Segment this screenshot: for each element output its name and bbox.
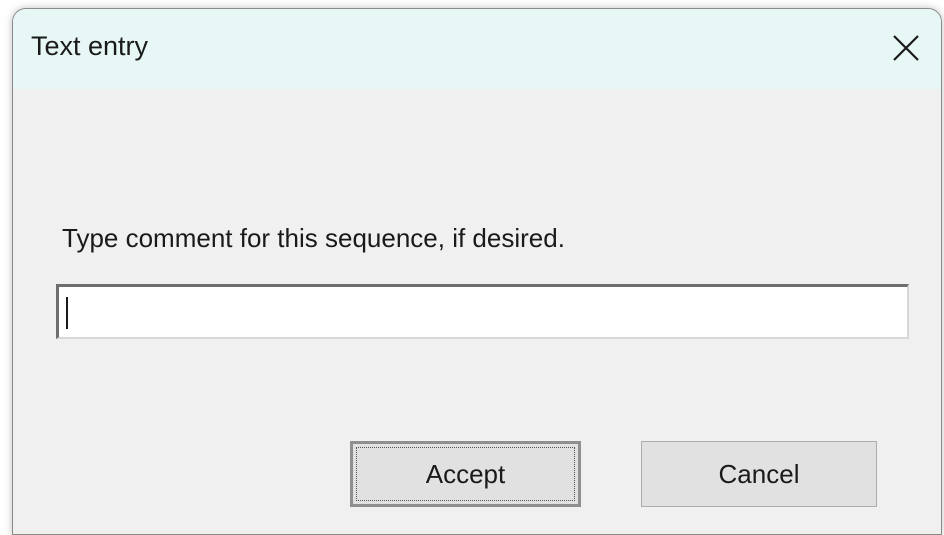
comment-input[interactable] xyxy=(56,284,909,339)
title-bar[interactable]: Text entry xyxy=(13,9,941,89)
cancel-button[interactable]: Cancel xyxy=(641,441,877,507)
accept-button[interactable]: Accept xyxy=(350,441,581,507)
prompt-label: Type comment for this sequence, if desir… xyxy=(62,223,565,253)
close-button[interactable] xyxy=(877,17,935,79)
close-icon xyxy=(893,35,919,61)
text-caret xyxy=(66,297,68,329)
text-entry-dialog: Text entry Type comment for this sequenc… xyxy=(12,8,942,535)
dialog-title: Text entry xyxy=(31,31,149,61)
